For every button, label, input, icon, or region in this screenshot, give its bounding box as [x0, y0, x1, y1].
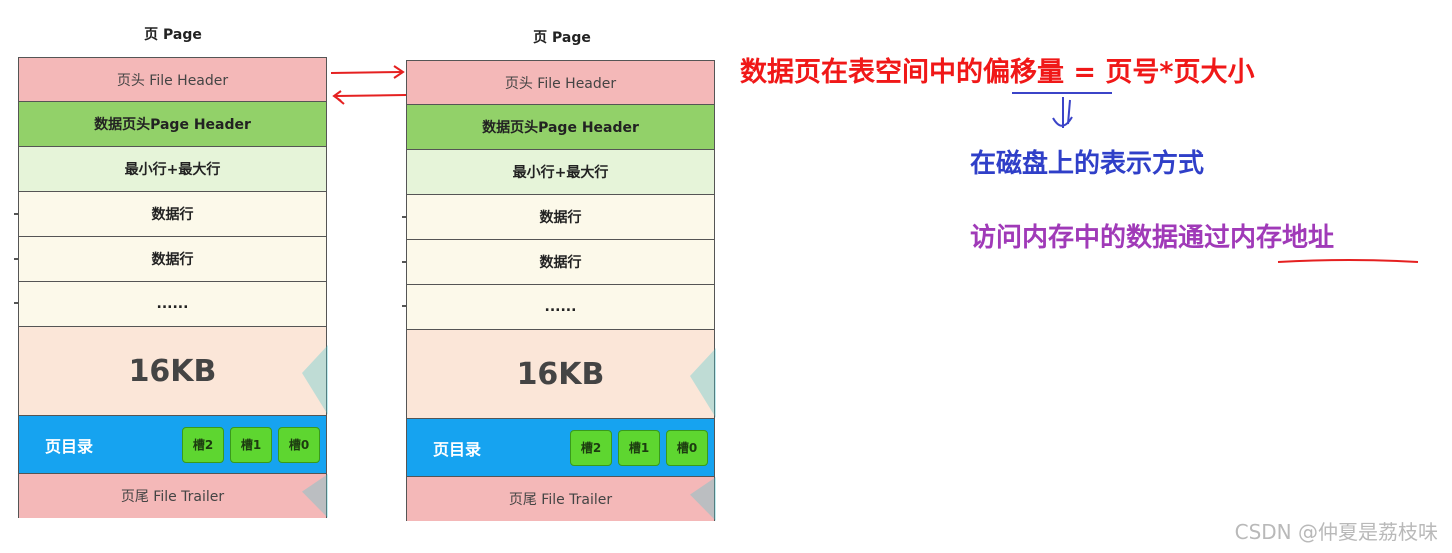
watermark: CSDN @仲夏是荔枝味 [1234, 520, 1438, 544]
disk-representation-note: 在磁盘上的表示方式 [970, 149, 1205, 179]
forward-arrow [330, 65, 405, 79]
back-arrow [332, 90, 407, 105]
memory-access-note: 访问内存中的数据通过内存地址 [970, 223, 1335, 253]
memory-address-underline [1277, 259, 1419, 263]
down-arrow-icon [1052, 97, 1073, 128]
offset-formula-note: 数据页在表空间中的偏移量 = 页号*页大小 [740, 57, 1255, 88]
